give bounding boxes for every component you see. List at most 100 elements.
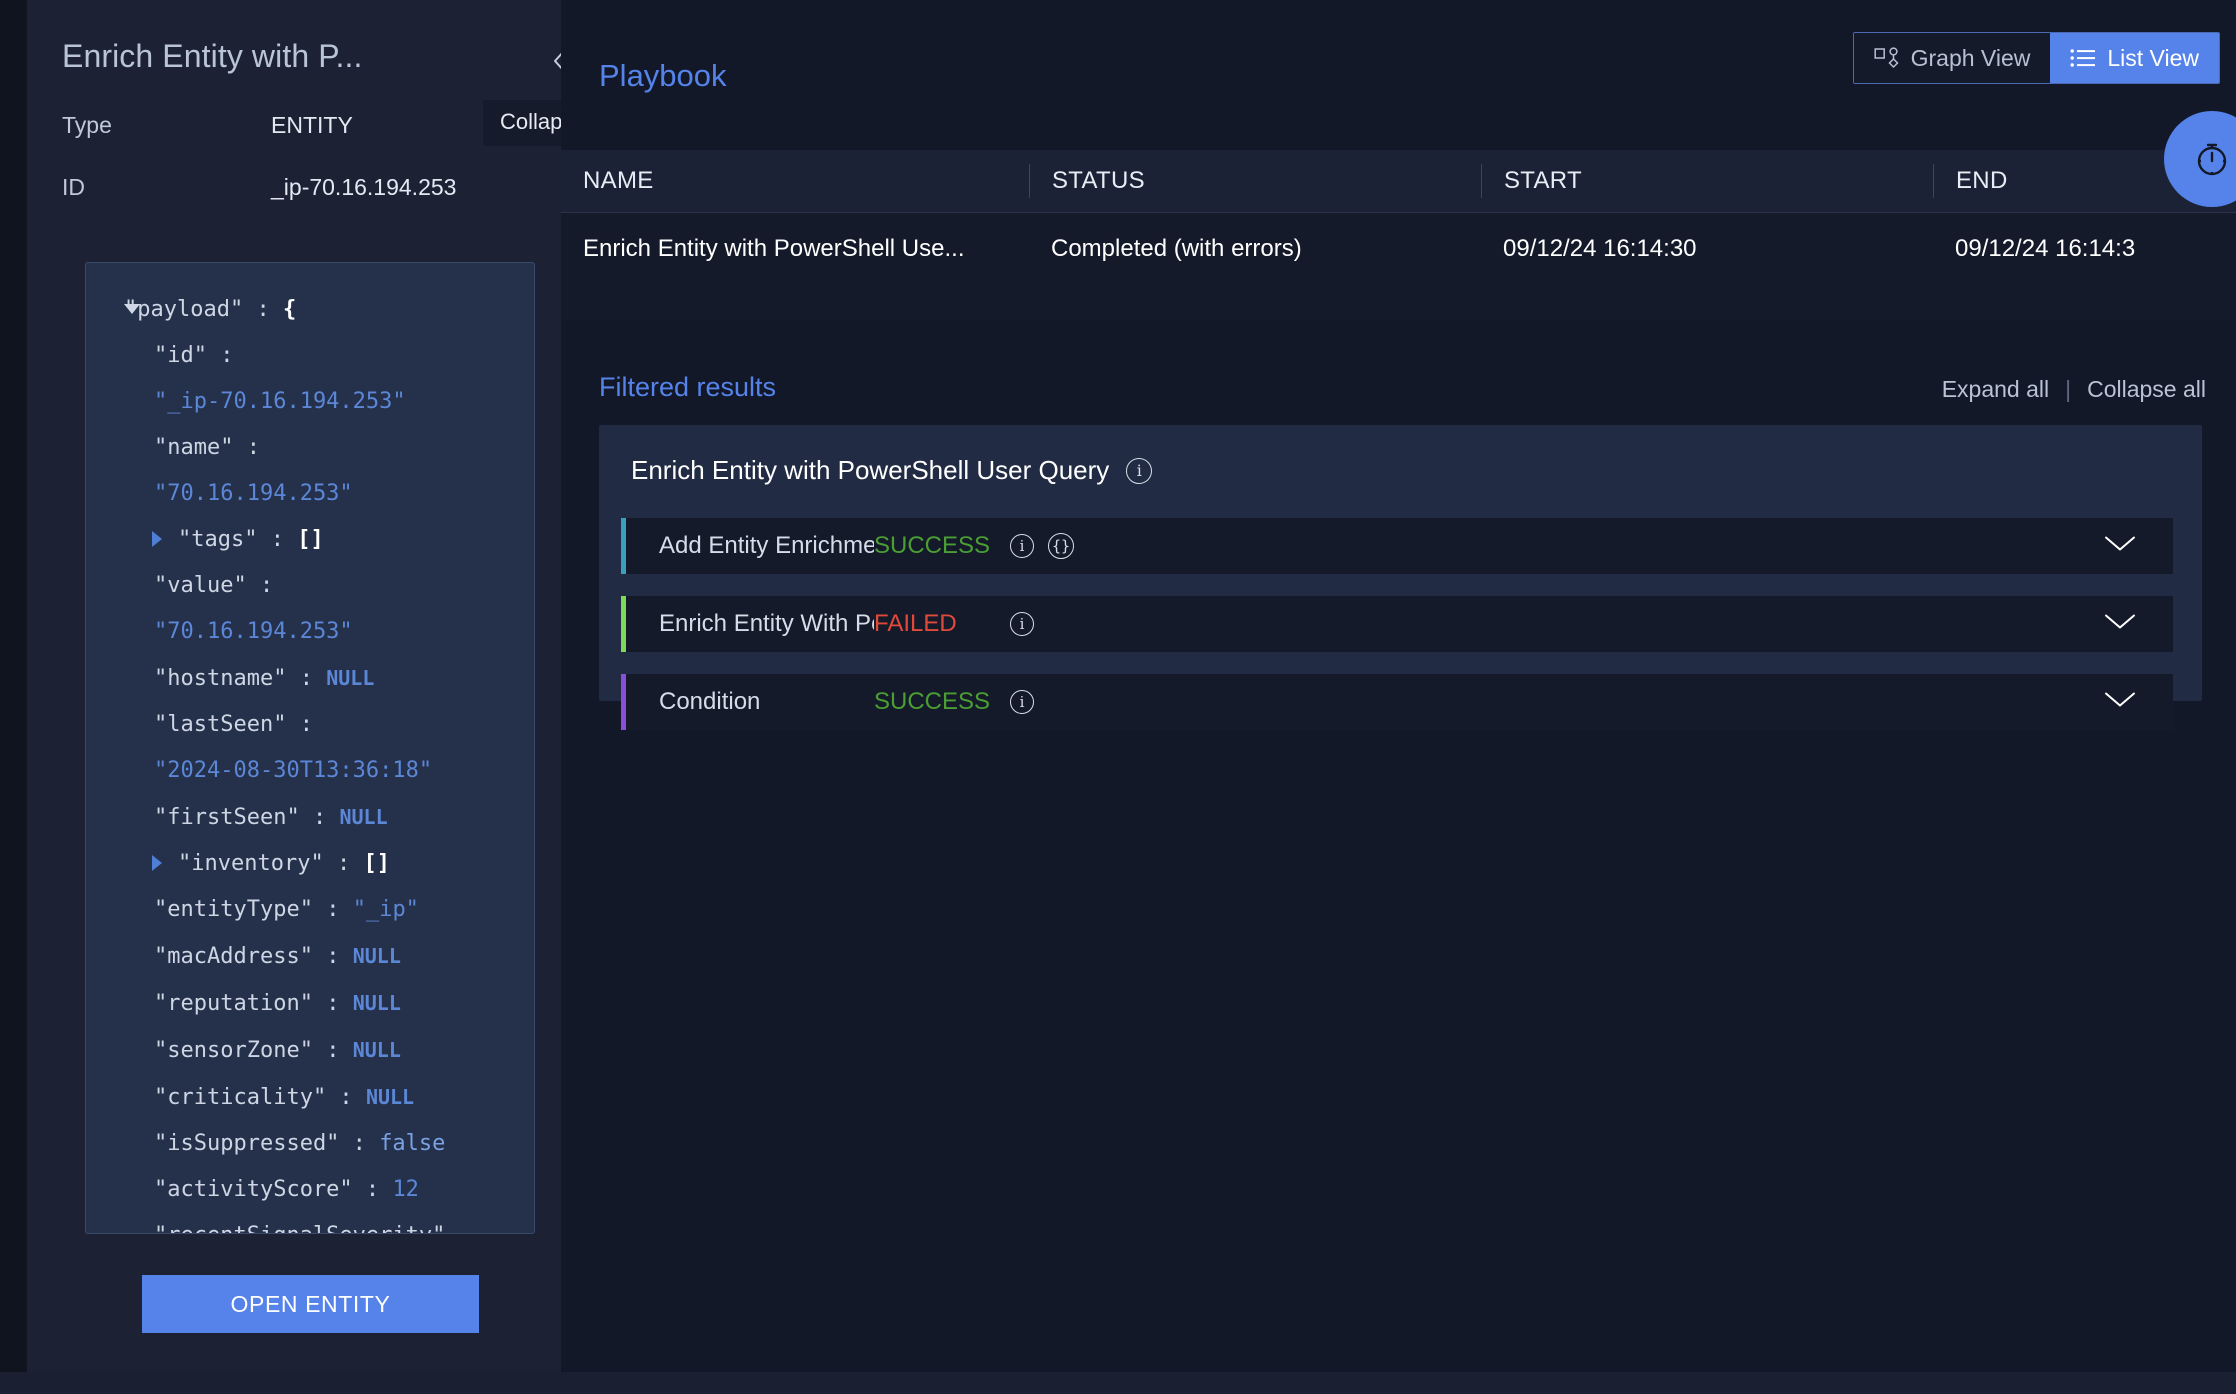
entity-type-label: Type xyxy=(62,112,112,138)
json-line[interactable]: "payload" : { xyxy=(98,287,522,333)
cell-end: 09/12/24 16:14:3 xyxy=(1955,234,2136,262)
json-line: "sensorZone" : NULL xyxy=(98,1027,522,1074)
json-line: "isSuppressed" : false xyxy=(98,1121,522,1167)
task-status-bar xyxy=(621,596,626,652)
json-value: false xyxy=(379,1131,446,1156)
chevron-down-icon[interactable] xyxy=(2103,612,2137,637)
json-separator: : xyxy=(299,805,340,830)
json-value: NULL xyxy=(352,1038,401,1062)
json-value: NULL xyxy=(326,666,375,690)
json-value: 12 xyxy=(392,1177,419,1202)
json-line: "id" : xyxy=(98,333,522,379)
json-separator: : xyxy=(233,435,260,460)
filtered-results-heading: Filtered results xyxy=(599,372,777,402)
json-line: "reputation" : NULL xyxy=(98,980,522,1027)
json-key: "lastSeen" xyxy=(154,712,287,737)
playbook-table: NAME STATUS START END Enrich Entity with… xyxy=(561,150,2236,320)
json-line: "activityScore" : 12 xyxy=(98,1167,522,1213)
expand-all-link[interactable]: Expand all xyxy=(1942,376,2049,403)
json-line: "70.16.194.253" xyxy=(98,471,522,517)
json-value: NULL xyxy=(339,805,388,829)
json-value: NULL xyxy=(352,944,401,968)
json-line: "entityType" : "_ip" xyxy=(98,887,522,933)
json-line: "macAddress" : NULL xyxy=(98,933,522,980)
json-separator: : xyxy=(326,1085,366,1110)
json-separator: : xyxy=(246,573,274,598)
cell-status: Completed (with errors) xyxy=(1051,234,1302,262)
task-icon-group: i xyxy=(1010,690,1034,714)
table-row[interactable]: Enrich Entity with PowerShell Use... Com… xyxy=(561,212,2236,284)
chevron-down-icon[interactable] xyxy=(2103,534,2137,559)
column-header-status: STATUS xyxy=(1029,164,1481,198)
result-card-title-row: Enrich Entity with PowerShell User Query… xyxy=(631,455,1153,486)
tab-graph-view[interactable]: Graph View xyxy=(1853,33,2051,83)
window-bottom-strip xyxy=(0,1372,2236,1394)
json-key: "inventory" xyxy=(178,851,324,876)
json-key: "id" xyxy=(154,343,207,368)
info-icon[interactable]: i xyxy=(1126,457,1153,484)
tab-list-view[interactable]: List View xyxy=(2050,33,2219,83)
json-key: "firstSeen" xyxy=(154,805,300,830)
json-value: "70.16.194.253" xyxy=(154,481,353,506)
json-separator: : xyxy=(352,1177,393,1202)
task-row[interactable]: Add Entity Enrichment ...SUCCESS i {} xyxy=(621,518,2173,574)
table-footer-spacer xyxy=(561,284,2236,320)
open-entity-button[interactable]: OPEN ENTITY xyxy=(142,1275,479,1333)
view-mode-toggle[interactable]: Graph View List View xyxy=(1852,32,2220,84)
json-value: "_ip-70.16.194.253" xyxy=(154,389,406,414)
task-row[interactable]: Condition SUCCESS i xyxy=(621,674,2173,730)
entity-payload-json-viewer[interactable]: "payload" : {"id" : "_ip-70.16.194.253" "n… xyxy=(85,262,535,1234)
json-line: "recentSignalSeverity" xyxy=(98,1213,522,1233)
task-name: Add Entity Enrichment ... xyxy=(659,532,874,559)
actions-separator: | xyxy=(2065,376,2072,402)
json-separator: : xyxy=(323,851,364,876)
json-line: "_ip-70.16.194.253" xyxy=(98,379,522,425)
chevron-down-icon[interactable] xyxy=(2103,690,2137,715)
json-key: "hostname" xyxy=(154,666,287,691)
json-output-icon[interactable]: {} xyxy=(1048,533,1074,559)
column-header-name: NAME xyxy=(583,167,654,194)
caret-right-icon[interactable] xyxy=(152,531,162,547)
task-name: Enrich Entity With Powe... xyxy=(659,610,874,637)
json-key: "isSuppressed" xyxy=(154,1131,340,1156)
json-line: "criticality" : NULL xyxy=(98,1074,522,1121)
json-value: "_ip" xyxy=(352,897,419,922)
info-icon[interactable]: i xyxy=(1010,534,1034,558)
json-value: [] xyxy=(363,851,390,876)
json-key: "sensorZone" xyxy=(154,1038,313,1063)
task-status: FAILED xyxy=(874,610,957,637)
playbook-heading: Playbook xyxy=(599,58,727,93)
graph-view-icon xyxy=(1874,47,1899,69)
json-key: "activityScore" xyxy=(154,1177,353,1202)
info-icon[interactable]: i xyxy=(1010,612,1034,636)
cell-name: Enrich Entity with PowerShell Use... xyxy=(583,234,965,262)
task-status: SUCCESS xyxy=(874,532,991,559)
json-line[interactable]: "tags" : [] xyxy=(98,517,522,563)
json-value: { xyxy=(282,297,297,322)
playbook-result-card: Enrich Entity with PowerShell User Query… xyxy=(599,425,2202,730)
json-line[interactable]: "inventory" : [] xyxy=(98,841,522,887)
list-view-label: List View xyxy=(2107,44,2199,71)
json-value: NULL xyxy=(352,991,401,1015)
json-separator: : xyxy=(286,666,327,691)
collapse-all-link[interactable]: Collapse all xyxy=(2087,376,2206,403)
json-key: "tags" xyxy=(178,527,258,552)
caret-down-icon[interactable] xyxy=(124,304,140,314)
json-separator: : xyxy=(243,297,283,322)
caret-right-icon[interactable] xyxy=(152,855,162,871)
task-row[interactable]: Enrich Entity With Powe...FAILED i xyxy=(621,596,2173,652)
json-value: "2024-08-30T13:36:18" xyxy=(154,758,433,783)
entity-side-panel: Enrich Entity with P... Collapse Type EN… xyxy=(27,0,603,1372)
info-icon[interactable]: i xyxy=(1010,690,1034,714)
task-icon-group: i xyxy=(1010,612,1034,636)
json-separator: : xyxy=(339,1131,380,1156)
column-header-start: START xyxy=(1481,164,1933,198)
json-separator: : xyxy=(257,527,298,552)
json-separator: : xyxy=(312,944,353,969)
page-title: Enrich Entity with P... xyxy=(62,38,363,74)
json-key: "reputation" xyxy=(154,991,313,1016)
json-value: "70.16.194.253" xyxy=(154,619,353,644)
json-line: "value" : xyxy=(98,563,522,609)
json-line: "hostname" : NULL xyxy=(98,655,522,702)
json-separator: : xyxy=(312,1038,353,1063)
